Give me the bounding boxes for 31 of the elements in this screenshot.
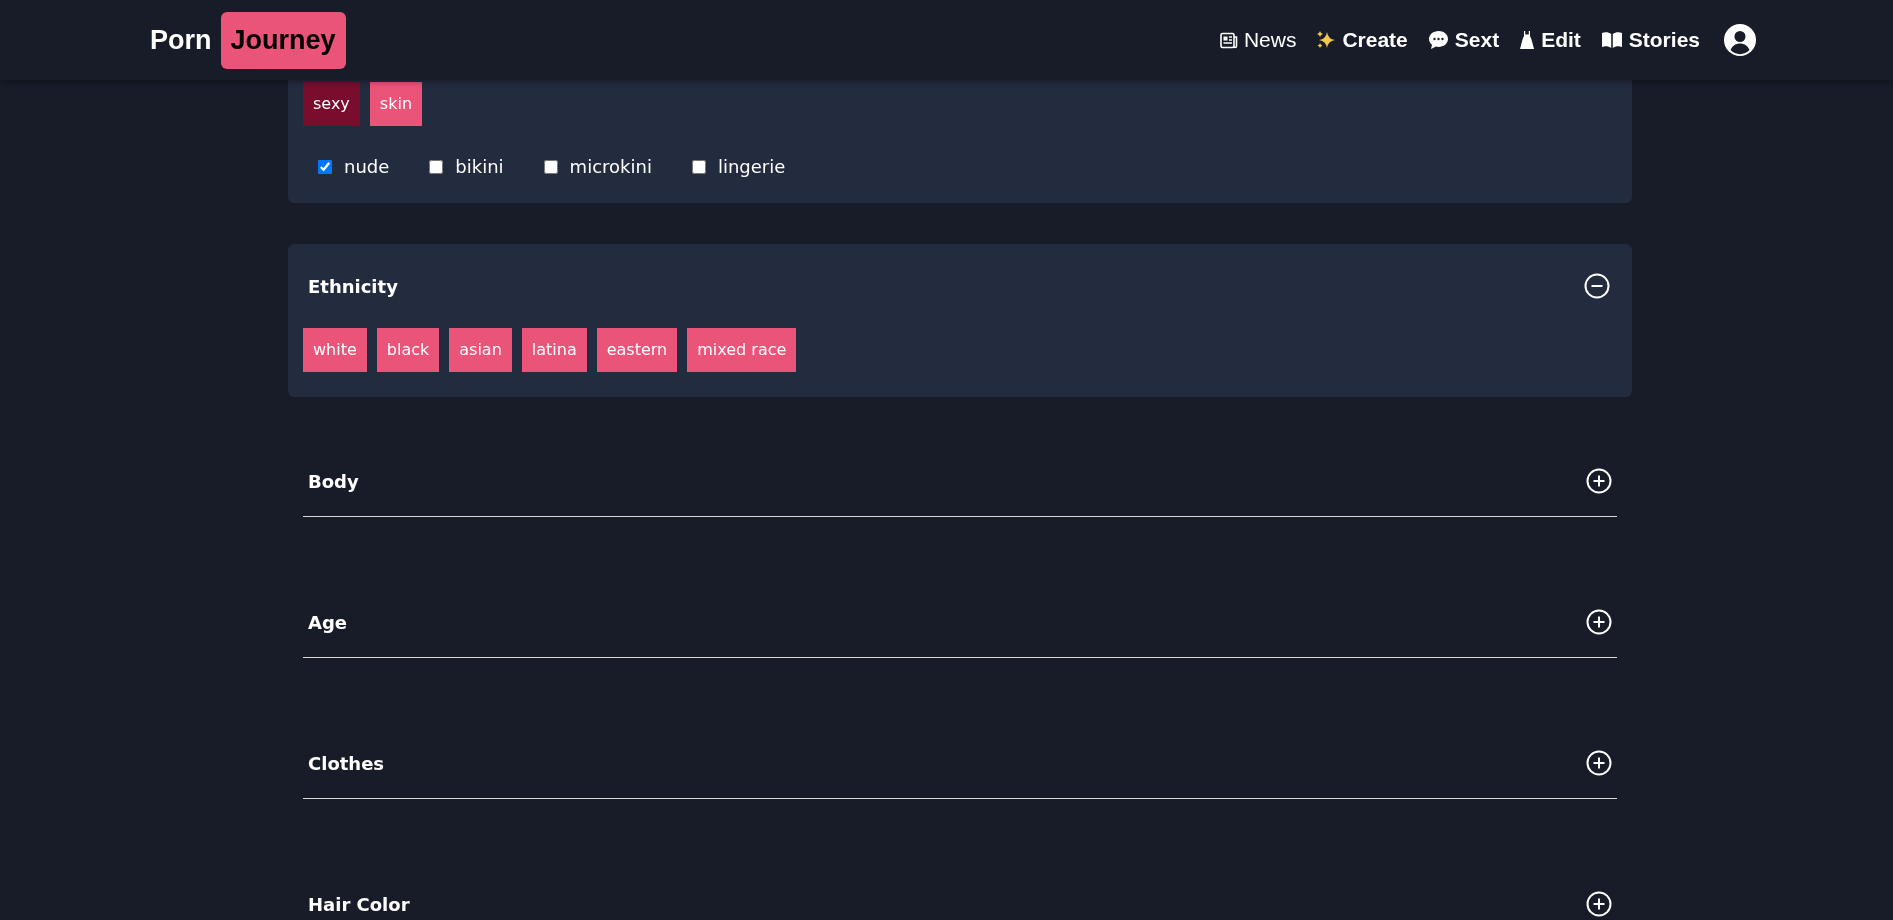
nav-link[interactable]: News — [1219, 28, 1297, 52]
collapse-icon[interactable] — [1584, 273, 1610, 299]
user-avatar-icon[interactable] — [1724, 24, 1756, 56]
open-book-icon — [1600, 31, 1623, 49]
checkbox[interactable] — [691, 159, 706, 174]
section-title: Hair Color — [308, 893, 410, 915]
chat-bubble-icon — [1427, 30, 1449, 50]
checkbox[interactable] — [543, 159, 558, 174]
expand-icon[interactable] — [1586, 750, 1612, 776]
newspaper-icon — [1219, 31, 1238, 49]
section-title: Age — [308, 611, 348, 633]
nav-link[interactable]: Sext — [1427, 28, 1500, 52]
nav-link[interactable]: Stories — [1600, 28, 1700, 52]
dress-icon — [1519, 30, 1536, 50]
nav-link[interactable]: Create — [1316, 28, 1408, 52]
checkbox-label[interactable]: nude — [344, 156, 390, 177]
nav-link[interactable]: Edit — [1519, 28, 1581, 52]
expand-icon[interactable] — [1586, 609, 1612, 635]
tag-chip[interactable]: sexy — [303, 82, 360, 126]
logo-text[interactable]: Porn — [150, 24, 212, 56]
checkbox-label[interactable]: bikini — [455, 156, 504, 177]
section-title: Clothes — [308, 752, 385, 774]
checkbox-label[interactable]: lingerie — [717, 156, 786, 177]
checkbox-label[interactable]: microkini — [569, 156, 652, 177]
checkbox[interactable] — [318, 159, 332, 174]
expand-icon[interactable] — [1586, 468, 1612, 494]
checkbox[interactable] — [429, 159, 444, 174]
expand-icon[interactable] — [1586, 891, 1612, 917]
section-title: Ethnicity — [308, 275, 398, 297]
logo-badge[interactable]: Journey — [220, 11, 346, 69]
section-title: Body — [308, 470, 359, 492]
